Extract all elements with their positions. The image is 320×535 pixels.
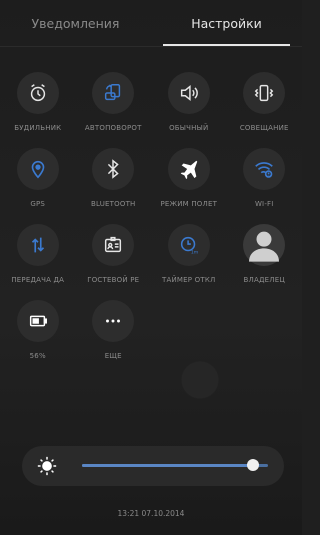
brightness-slider[interactable]	[22, 446, 284, 486]
tile-battery[interactable]: 56%	[0, 300, 76, 361]
tile-label: 56%	[29, 352, 46, 360]
tile-more[interactable]: ЕЩЕ	[76, 300, 152, 361]
tile-meeting[interactable]: СОВЕЩАНИЕ	[227, 72, 303, 133]
tile-label: WI-FI	[254, 200, 274, 208]
brightness-track[interactable]	[82, 459, 268, 471]
tile-label: BLUETOOTH	[90, 200, 136, 208]
tile-label: ВЛАДЕЛЕЦ	[243, 276, 285, 284]
tile-sleep-timer[interactable]: 1m ТАЙМЕР ОТКЛ	[151, 224, 227, 285]
more-icon	[92, 300, 135, 342]
tile-sound-normal[interactable]: ОБЫЧНЫЙ	[151, 72, 227, 133]
vibrate-icon	[243, 72, 286, 114]
airplane-icon	[167, 148, 210, 190]
tab-settings[interactable]: Настройки	[151, 0, 302, 46]
tile-gps[interactable]: GPS	[0, 148, 76, 209]
tile-label: ГОСТЕВОЙ РЕ	[87, 276, 140, 284]
date-time: 13:21 07.10.2014	[117, 509, 185, 518]
battery-icon	[16, 300, 59, 342]
tile-alarm[interactable]: БУДИЛЬНИК	[0, 72, 76, 133]
alarm-clock-icon	[16, 72, 59, 114]
auto-rotate-icon	[92, 72, 135, 114]
tile-label: ОБЫЧНЫЙ	[169, 124, 209, 132]
tile-label: РЕЖИМ ПОЛЕТ	[160, 200, 218, 208]
data-transfer-icon	[16, 224, 59, 266]
tile-label: ТАЙМЕР ОТКЛ	[162, 276, 216, 284]
tab-notifications[interactable]: Уведомления	[0, 0, 151, 46]
tile-label: БУДИЛЬНИК	[14, 124, 62, 132]
tile-label: ПЕРЕДАЧА ДА	[11, 276, 65, 284]
tile-label: АВТОПОВОРОТ	[84, 124, 142, 132]
tile-label: СОВЕЩАНИЕ	[239, 124, 289, 132]
wifi-icon	[243, 148, 286, 190]
tile-guest-mode[interactable]: ГОСТЕВОЙ РЕ	[76, 224, 152, 285]
tile-label: ЕЩЕ	[104, 352, 122, 360]
tile-airplane-mode[interactable]: РЕЖИМ ПОЛЕТ	[151, 148, 227, 209]
tile-bluetooth[interactable]: BLUETOOTH	[76, 148, 152, 209]
guest-mode-icon	[92, 224, 135, 266]
tab-divider	[0, 46, 302, 47]
tab-bar: Уведомления Настройки	[0, 0, 302, 46]
brightness-knob[interactable]	[247, 459, 260, 471]
quick-settings-grid: БУДИЛЬНИК АВТОПОВОРОТ ОБЫЧНЫЙ СОВЕЩАНИЕ	[0, 72, 302, 361]
sound-on-icon	[167, 72, 210, 114]
tile-auto-rotate[interactable]: АВТОПОВОРОТ	[76, 72, 152, 133]
owner-avatar-icon	[243, 224, 286, 266]
bluetooth-icon	[92, 148, 135, 190]
sleep-timer-icon: 1m	[167, 224, 210, 266]
sun-icon	[36, 455, 58, 477]
tile-mobile-data[interactable]: ПЕРЕДАЧА ДА	[0, 224, 76, 285]
brightness-fill	[82, 464, 254, 467]
svg-text:1m: 1m	[191, 249, 199, 255]
tile-label: GPS	[30, 200, 46, 208]
tile-owner[interactable]: ВЛАДЕЛЕЦ	[227, 224, 303, 285]
location-icon	[16, 148, 59, 190]
tile-wifi[interactable]: WI-FI	[227, 148, 303, 209]
